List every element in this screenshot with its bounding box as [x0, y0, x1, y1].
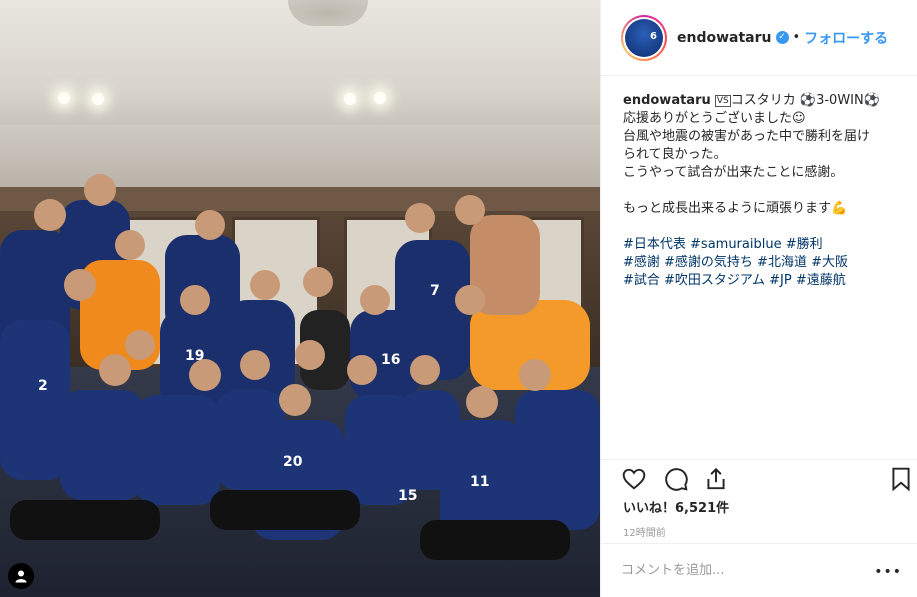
- team-group: 20 11 16 7 2 19 15: [0, 174, 600, 560]
- post-timestamp[interactable]: 12時間前: [623, 524, 666, 539]
- verified-icon: ✓: [775, 31, 789, 44]
- jersey-number: 2: [38, 378, 48, 394]
- caption-line-6: もっと成長出来るように頑張ります💪: [623, 201, 848, 216]
- player-head: [360, 285, 390, 315]
- caption-line-1: コスタリカ ⚽3-0WIN⚽: [730, 93, 880, 108]
- post-photo[interactable]: 20 11 16 7 2 19 15: [0, 0, 600, 597]
- avatar[interactable]: 6: [621, 14, 667, 61]
- player-head: [405, 203, 435, 233]
- ceiling-light: [344, 93, 356, 105]
- share-icon[interactable]: [703, 466, 731, 494]
- player-head: [410, 355, 440, 385]
- player-body: [225, 300, 295, 400]
- bookmark-icon[interactable]: [888, 466, 916, 494]
- player-head: [466, 386, 498, 418]
- player-body: [135, 395, 220, 505]
- jersey-number: 11: [470, 474, 489, 490]
- jersey-number: 16: [381, 352, 400, 368]
- player-head: [115, 230, 145, 260]
- comment-icon[interactable]: [663, 466, 691, 494]
- jersey-number: 7: [430, 283, 440, 299]
- player-legs: [420, 520, 570, 560]
- player-head: [279, 384, 311, 416]
- ceiling-light: [374, 92, 386, 104]
- separator-dot: •: [792, 30, 801, 45]
- player-head: [34, 199, 66, 231]
- player-legs: [10, 500, 160, 540]
- player-head: [195, 210, 225, 240]
- caption-line-4: られて良かった。: [623, 147, 727, 162]
- player-head: [295, 340, 325, 370]
- hashtags-line-2[interactable]: #感謝 #感謝の気持ち #北海道 #大阪: [623, 254, 908, 272]
- player-body: [0, 320, 70, 480]
- jersey-number: 19: [185, 348, 204, 364]
- ceiling-light: [58, 92, 70, 104]
- post-side-panel: 6 endowataru ✓ • フォローする endowataru VS コスタ…: [600, 0, 917, 597]
- caption-line-5: こうやって試合が出来たことに感謝。: [623, 165, 844, 180]
- player-head: [125, 330, 155, 360]
- more-options-icon[interactable]: •••: [874, 564, 902, 580]
- player-body: [60, 390, 145, 500]
- caption-line-2: 応援ありがとうございました☺: [623, 111, 806, 126]
- user-tag-icon[interactable]: [8, 563, 34, 589]
- avatar-jersey-number: 6: [650, 30, 657, 42]
- player-head: [455, 285, 485, 315]
- ceiling-vent: [288, 0, 368, 26]
- comment-area: •••: [601, 543, 917, 597]
- action-bar: [601, 459, 917, 499]
- ceiling-light: [92, 93, 104, 105]
- post-header: 6 endowataru ✓ • フォローする: [601, 0, 917, 76]
- hashtags-line-1[interactable]: #日本代表 #samuraiblue #勝利: [623, 236, 908, 254]
- player-head: [303, 267, 333, 297]
- jersey-number: 20: [283, 454, 303, 470]
- comment-input[interactable]: [621, 563, 871, 578]
- player-head: [240, 350, 270, 380]
- ceiling: [0, 0, 600, 125]
- post-caption: endowataru VS コスタリカ ⚽3-0WIN⚽ 応援ありがとうございまし…: [623, 92, 908, 290]
- follow-button[interactable]: フォローする: [804, 28, 888, 48]
- player-head: [519, 359, 551, 391]
- player-head: [99, 354, 131, 386]
- player-head: [347, 355, 377, 385]
- caption-line-3: 台風や地震の被害があった中で勝利を届け: [623, 129, 871, 144]
- likes-count[interactable]: いいね！6,521件: [623, 497, 729, 516]
- player-head: [84, 174, 116, 206]
- player-head: [180, 285, 210, 315]
- caption-username[interactable]: endowataru: [623, 93, 711, 108]
- vs-badge: VS: [714, 95, 731, 107]
- player-head: [455, 195, 485, 225]
- caption-line: endowataru VS コスタリカ ⚽3-0WIN⚽: [623, 92, 908, 110]
- jersey-number: 15: [398, 488, 417, 504]
- player-body: [515, 390, 600, 530]
- hashtags-line-3[interactable]: #試合 #吹田スタジアム #JP #遠藤航: [623, 272, 908, 290]
- player-legs: [210, 490, 360, 530]
- heart-icon[interactable]: [621, 466, 649, 494]
- username-link[interactable]: endowataru: [677, 30, 772, 46]
- player-head: [64, 269, 96, 301]
- player-head: [250, 270, 280, 300]
